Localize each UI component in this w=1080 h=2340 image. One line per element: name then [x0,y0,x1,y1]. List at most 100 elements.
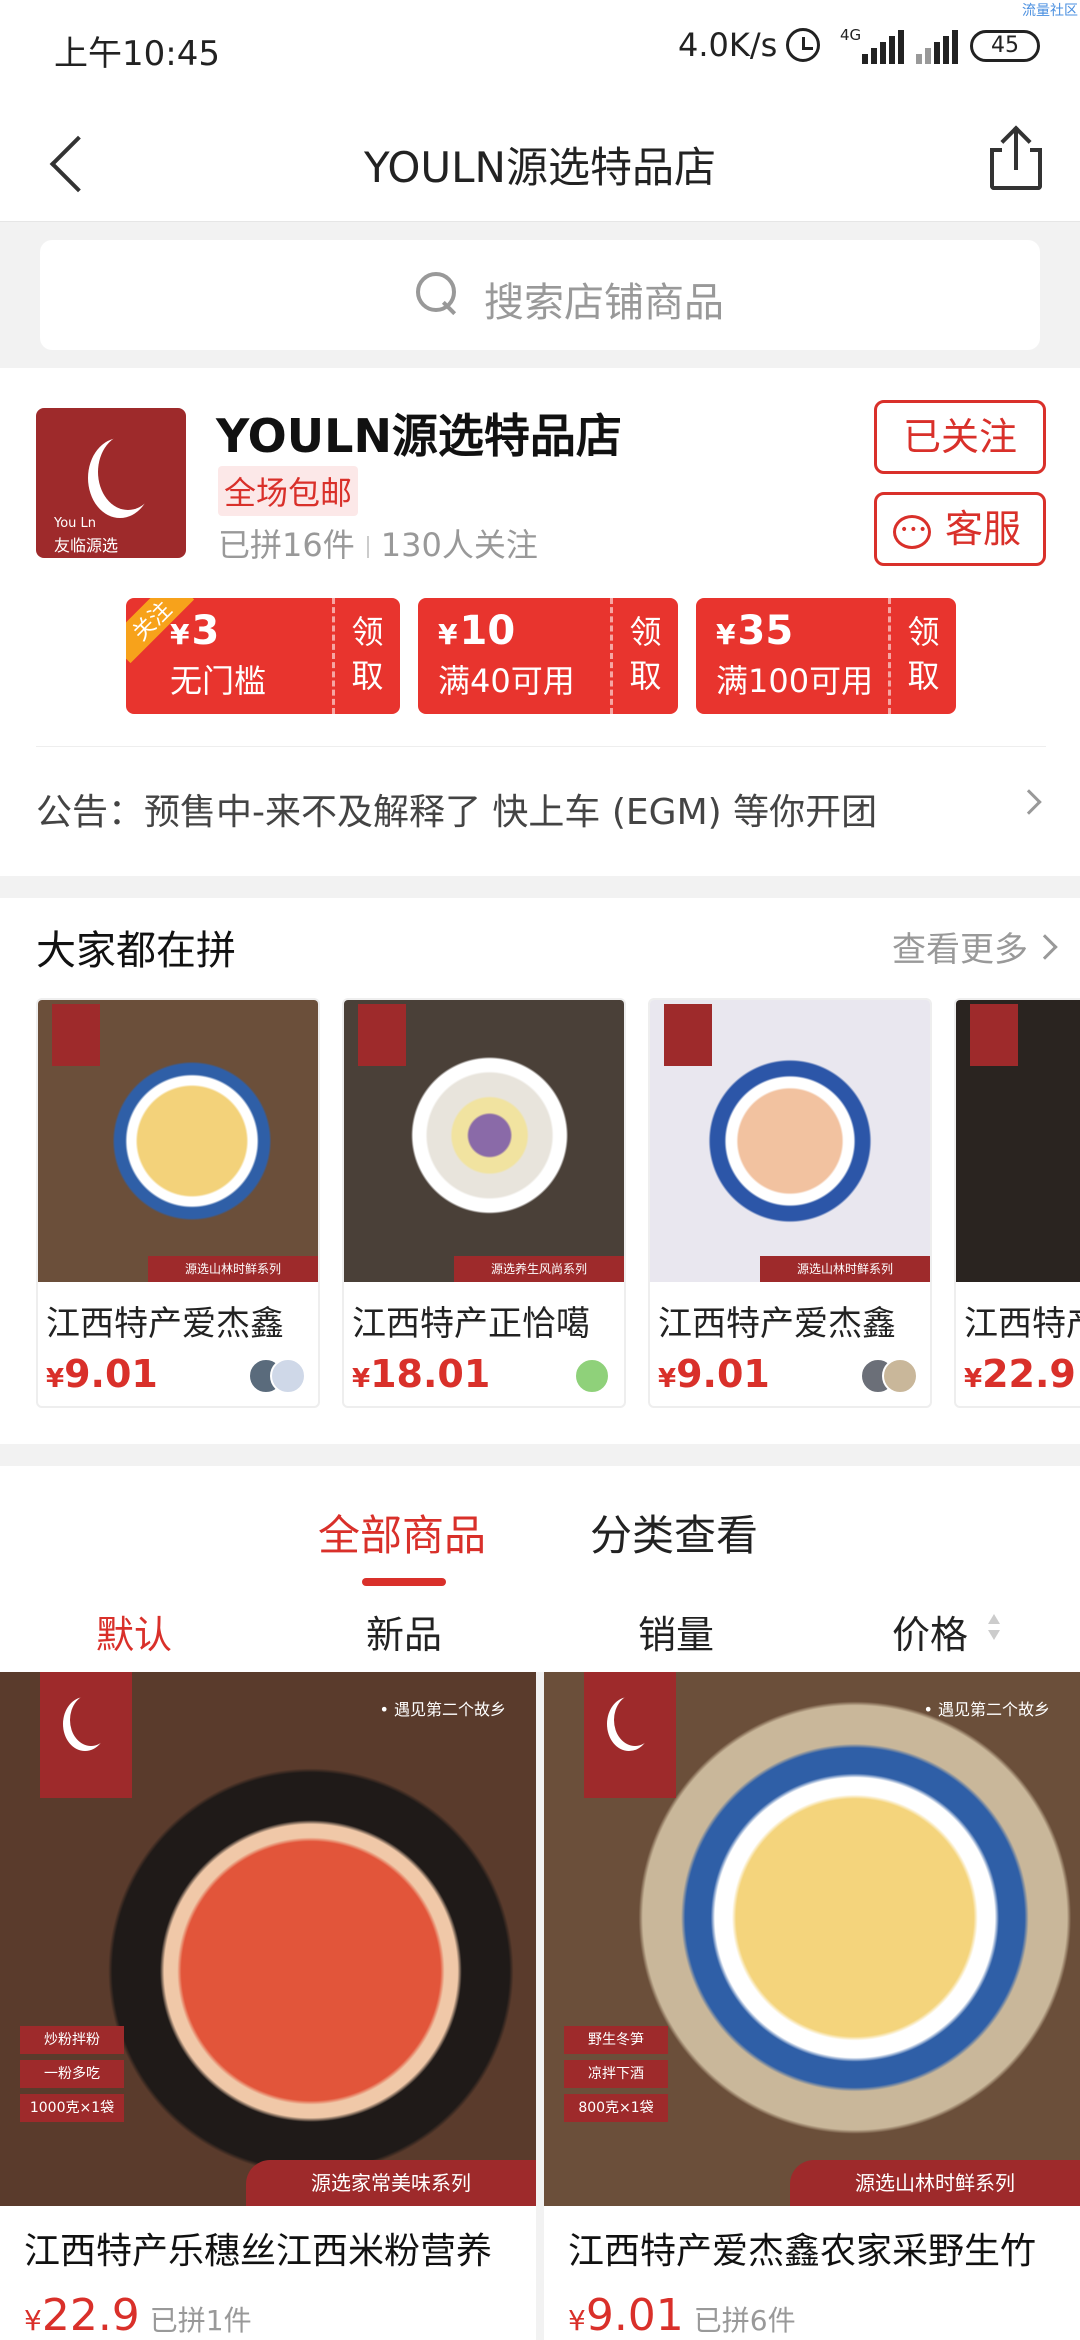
coupon-card[interactable]: ¥35 满100可用 领取 [696,598,956,714]
coupon-condition: 无门槛 [170,662,267,700]
brand-tag [664,1004,712,1066]
customer-service-button[interactable]: 客服 [874,492,1046,566]
tagline: • 遇见第二个故乡 [379,1700,506,1719]
nav-bar: YOULN源选特品店 [0,100,1080,222]
moon-logo-icon [70,1694,112,1746]
avatar [270,1358,306,1394]
sort-new[interactable]: 新品 [366,1604,442,1659]
spec-label: 800克×1袋 [564,2094,668,2122]
sold-count: 已拼1件 [149,2304,252,2337]
spec-labels: 炒粉拌粉 一粉多吃 1000克×1袋 [20,2026,124,2128]
product-image: 源选山林时鲜系列 [38,1000,318,1282]
sort-default[interactable]: 默认 [96,1604,172,1659]
sold-count: 已拼16件 [218,526,355,564]
avatar [882,1358,918,1394]
sort-sales[interactable]: 销量 [638,1604,714,1659]
product-image [956,1000,1080,1282]
follower-count: 130人关注 [380,526,538,564]
coupon-claim-button[interactable]: 领取 [888,598,956,714]
free-shipping-badge: 全场包邮 [218,466,359,516]
product-image: • 遇见第二个故乡 炒粉拌粉 一粉多吃 1000克×1袋 源选家常美味系列 [0,1672,536,2206]
item-price: ¥18.01 [352,1352,491,1396]
divider [366,536,369,558]
alarm-icon [786,28,820,62]
coupon-card[interactable]: ¥10 满40可用 领取 [418,598,678,714]
spec-label: 1000克×1袋 [20,2094,124,2122]
spec-labels: 野生冬笋 凉拌下酒 800克×1袋 [564,2026,668,2128]
signal-icon-2 [916,30,960,64]
item-price: ¥9.01 [658,1352,770,1396]
battery-icon: 45 [970,30,1040,62]
coupon-condition: 满40可用 [438,662,575,700]
spec-label: 凉拌下酒 [564,2060,668,2088]
shop-stats: 已拼16件 130人关注 [218,520,538,566]
moon-logo-icon [98,434,158,510]
search-placeholder: 搜索店铺商品 [484,280,724,326]
page-title: YOULN源选特品店 [364,143,716,192]
shop-header: You Ln 友临源选 YOULN源选特品店 全场包邮 已拼16件 130人关注 … [0,368,1080,876]
coupon-amount: ¥10 [438,608,516,654]
group-buy-section: 大家都在拼 查看更多 源选山林时鲜系列 江西特产爱杰鑫 ¥9.01 源选养生风尚… [0,898,1080,1444]
spec-label: 炒粉拌粉 [20,2026,124,2054]
coupon-claim-button[interactable]: 领取 [332,598,400,714]
tab-category[interactable]: 分类查看 [590,1502,758,1563]
notice-text: 公告：预售中-来不及解释了 快上车 (EGM) 等你开团 [36,792,878,833]
coupon-card[interactable]: 关注 ¥3 无门槛 领取 [126,598,400,714]
coupon-condition: 满100可用 [716,662,874,700]
buyer-avatars [248,1358,308,1394]
signal-icon [862,30,906,64]
buyer-avatars [860,1358,920,1394]
network-type: 4G [840,26,862,44]
item-name: 江西特产爱杰鑫 [46,1304,284,1344]
watermark: 流量社区 [1022,3,1078,19]
search-icon [416,272,460,316]
item-price: ¥22.9 [964,1352,1076,1396]
product-card[interactable]: • 遇见第二个故乡 炒粉拌粉 一粉多吃 1000克×1袋 源选家常美味系列 江西… [0,1672,536,2340]
product-name: 江西特产爱杰鑫农家采野生竹 [568,2231,1037,2272]
chat-icon [893,496,931,564]
sold-count: 已拼6件 [693,2304,796,2337]
sort-price[interactable]: 价格 [892,1604,968,1659]
brand-tag [970,1004,1018,1066]
series-banner: 源选养生风尚系列 [454,1256,624,1282]
sort-arrows-icon [986,1612,1002,1646]
coupon-amount: ¥35 [716,608,794,654]
series-banner: 源选山林时鲜系列 [760,1256,930,1282]
group-item-card[interactable]: 源选山林时鲜系列 江西特产爱杰鑫 ¥9.01 [648,998,932,1408]
product-tabs: 全部商品 分类查看 默认 新品 销量 价格 [0,1466,1080,1672]
coupon-row: 关注 ¥3 无门槛 领取 ¥10 满40可用 领取 ¥35 满100可用 领取 [126,598,966,714]
spec-label: 一粉多吃 [20,2060,124,2088]
product-price: ¥22.9 已拼1件 [24,2290,252,2340]
notice-bar[interactable]: 公告：预售中-来不及解释了 快上车 (EGM) 等你开团 [36,746,1046,854]
brand-tag [52,1004,100,1066]
chevron-right-icon [1032,934,1058,960]
follow-button[interactable]: 已关注 [874,400,1046,474]
shop-name: YOULN源选特品店 [216,409,622,463]
moon-logo-icon [614,1694,656,1746]
service-label: 客服 [945,507,1022,551]
view-more-link[interactable]: 查看更多 [892,922,1028,971]
active-tab-indicator [362,1578,446,1586]
product-image: 源选山林时鲜系列 [650,1000,930,1282]
brand-tag [584,1672,676,1798]
shop-logo[interactable]: You Ln 友临源选 [36,408,186,558]
series-banner: 源选山林时鲜系列 [148,1256,318,1282]
tagline: • 遇见第二个故乡 [923,1700,1050,1719]
spec-label: 野生冬笋 [564,2026,668,2054]
group-item-card[interactable]: 源选养生风尚系列 江西特产正恰噶 ¥18.01 [342,998,626,1408]
tab-all-products[interactable]: 全部商品 [318,1502,486,1563]
share-icon[interactable] [990,125,1042,190]
coupon-claim-button[interactable]: 领取 [610,598,678,714]
network-speed: 4.0K/s [678,26,778,64]
group-item-card[interactable]: 江西特产 ¥22.9 [954,998,1080,1408]
group-item-card[interactable]: 源选山林时鲜系列 江西特产爱杰鑫 ¥9.01 [36,998,320,1408]
search-input[interactable]: 搜索店铺商品 [40,240,1040,350]
series-banner: 源选山林时鲜系列 [790,2160,1080,2206]
product-price: ¥9.01 已拼6件 [568,2290,796,2340]
product-card[interactable]: • 遇见第二个故乡 野生冬笋 凉拌下酒 800克×1袋 源选山林时鲜系列 江西特… [544,1672,1080,2340]
search-section: 搜索店铺商品 [0,222,1080,368]
product-name: 江西特产乐穗丝江西米粉营养 [24,2231,493,2272]
coupon-amount: ¥3 [170,608,220,654]
logo-text-en: You Ln [54,516,97,531]
avatar [574,1358,610,1394]
